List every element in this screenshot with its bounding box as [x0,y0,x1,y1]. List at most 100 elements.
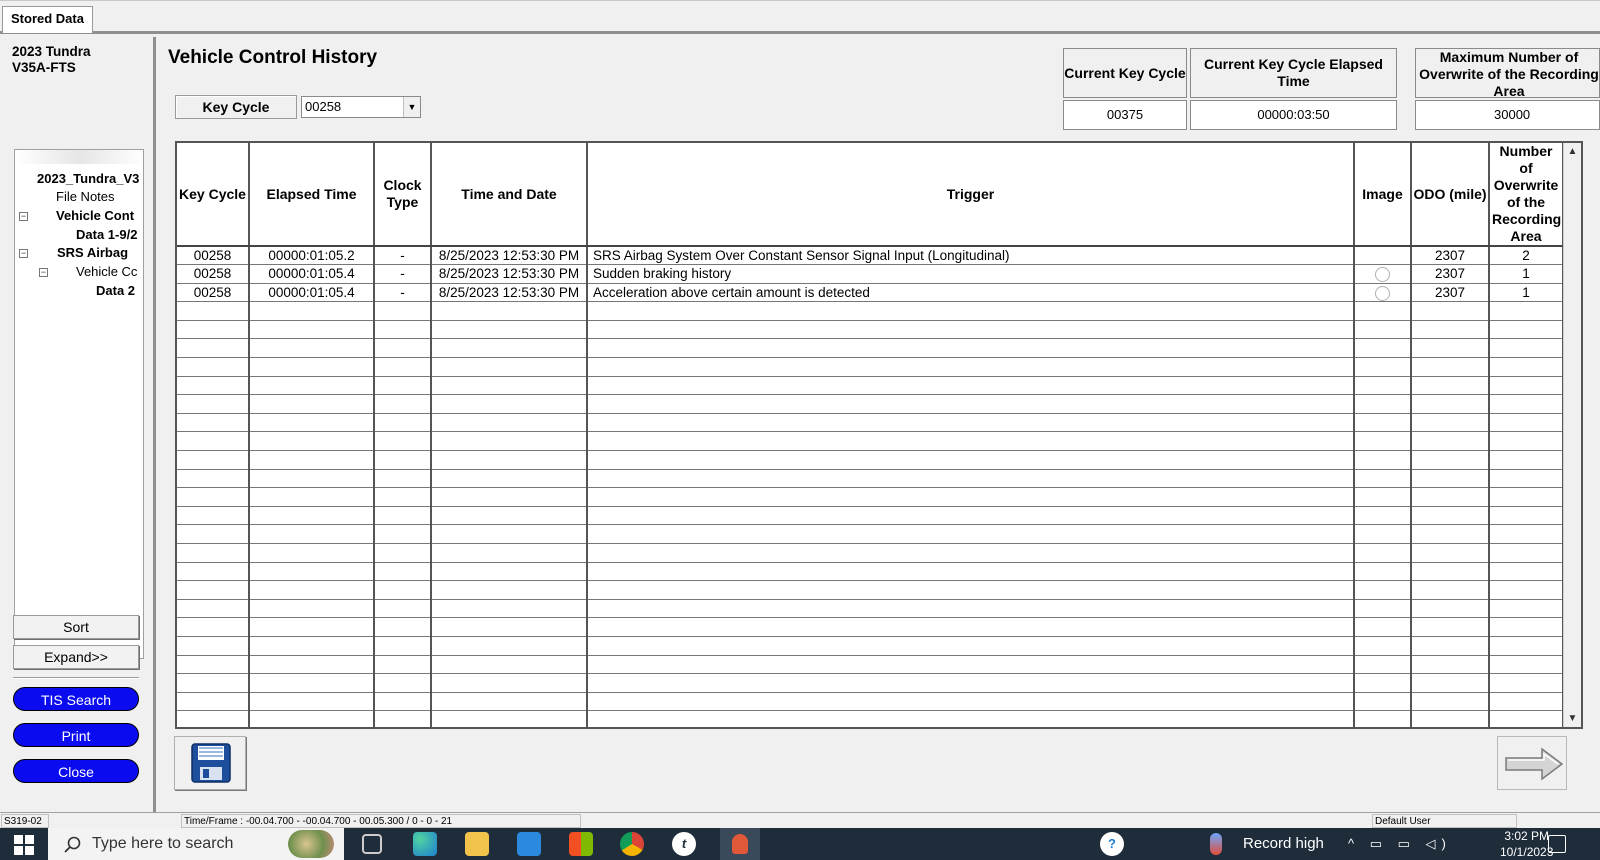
separator [13,677,139,679]
key-cycle-select[interactable]: 00258 ▼ [301,96,421,118]
col-header-elapsed-time[interactable]: Elapsed Time [249,143,375,247]
task-view-icon[interactable] [362,834,382,854]
history-table[interactable]: Key Cycle Elapsed Time Clock Type Time a… [175,141,1583,729]
cell-image[interactable] [1354,264,1412,284]
cell-time-date: 8/25/2023 12:53:30 PM [431,264,588,284]
weather-text[interactable]: Record high [1243,828,1324,860]
tree-item-file[interactable]: 2023_Tundra_V3 [37,170,139,188]
left-panel: 2023 Tundra V35A-FTS 2023_Tundra_V3 File… [0,37,156,812]
empty-cell [249,506,375,526]
windows-start-icon[interactable] [14,835,34,855]
empty-cell [587,506,1355,526]
tis-search-button[interactable]: TIS Search [13,687,139,711]
vertical-scrollbar[interactable]: ▲ ▼ [1563,143,1581,727]
chevron-down-icon[interactable]: ▼ [403,97,420,117]
clock-date: 10/1/2023 [1500,845,1554,859]
empty-cell [431,320,588,340]
save-button[interactable] [174,736,246,790]
close-button[interactable]: Close [13,759,139,783]
edge-icon[interactable] [413,832,437,856]
empty-cell [1489,487,1564,507]
tree-item-data-1[interactable]: Data 1-9/2 [76,226,137,244]
empty-cell [587,692,1355,712]
table-row[interactable]: 00258 00000:01:05.4 - 8/25/2023 12:53:30… [177,264,1564,284]
col-header-odo[interactable]: ODO (mile) [1411,143,1490,247]
tree-item-srs-airbag[interactable]: SRS Airbag [57,244,128,262]
empty-cell [1354,450,1412,470]
table-row[interactable]: 00258 00000:01:05.2 - 8/25/2023 12:53:30… [177,246,1564,266]
taskbar-search-box[interactable]: Type here to search [48,828,344,860]
table-row[interactable]: 00258 00000:01:05.4 - 8/25/2023 12:53:30… [177,283,1564,303]
empty-cell [1411,450,1490,470]
file-explorer-icon[interactable] [465,832,489,856]
empty-table-row [177,450,1564,470]
empty-cell [374,469,432,489]
empty-cell [177,487,250,507]
image-radio-icon[interactable] [1375,267,1390,283]
empty-table-row [177,506,1564,526]
empty-table-row [177,617,1564,637]
empty-cell [587,413,1355,433]
empty-cell [431,673,588,693]
col-header-image[interactable]: Image [1354,143,1412,247]
empty-cell [177,599,250,619]
tree-item-vehicle-cc[interactable]: Vehicle Cc [76,263,137,281]
file-tree[interactable]: 2023_Tundra_V3 File Notes − Vehicle Cont… [14,149,144,659]
taskbar-clock[interactable]: 3:02 PM 10/1/2023 [1500,828,1553,860]
empty-cell [1411,524,1490,544]
collapse-icon[interactable]: − [19,212,28,221]
cell-image [1354,246,1412,266]
store-icon[interactable] [569,832,593,856]
techstream-icon[interactable]: t [672,832,696,856]
status-user: Default User [1372,814,1517,828]
empty-cell [1489,450,1564,470]
tab-stored-data[interactable]: Stored Data [2,6,93,33]
col-header-time-date[interactable]: Time and Date [431,143,588,247]
expand-button[interactable]: Expand>> [13,645,139,669]
empty-cell [1489,431,1564,452]
empty-cell [1411,487,1490,507]
empty-cell [1354,599,1412,619]
col-header-key-cycle[interactable]: Key Cycle [177,143,250,247]
chrome-icon[interactable] [620,832,644,856]
empty-cell [374,524,432,544]
image-radio-icon[interactable] [1375,285,1390,301]
tab-strip: Stored Data [0,0,1600,34]
scroll-down-icon[interactable]: ▼ [1564,710,1581,727]
tree-item-data-2[interactable]: Data 2 [96,282,135,300]
empty-cell [1354,320,1412,340]
tree-item-vehicle-control[interactable]: Vehicle Cont [56,207,134,225]
col-header-overwrite-count[interactable]: Number of Overwrite of the Recording Are… [1489,143,1564,247]
col-header-clock-type[interactable]: Clock Type [374,143,432,247]
clock-time: 3:02 PM [1504,829,1550,843]
col-header-trigger[interactable]: Trigger [587,143,1355,247]
cell-image[interactable] [1354,283,1412,303]
empty-table-row [177,524,1564,544]
empty-cell [1354,655,1412,675]
taskbar-search-placeholder: Type here to search [92,835,234,852]
system-tray-icons[interactable]: ^ ▭ ▭ ◁) [1348,828,1452,860]
empty-cell [1411,673,1490,693]
empty-cell [587,320,1355,340]
empty-cell [374,450,432,470]
notification-icon[interactable] [1548,835,1566,853]
tree-item-file-notes[interactable]: File Notes [56,188,115,206]
empty-cell [374,431,432,452]
sort-button[interactable]: Sort [13,615,139,639]
empty-cell [249,376,375,396]
empty-cell [1354,636,1412,656]
scroll-up-icon[interactable]: ▲ [1564,143,1581,160]
collapse-icon[interactable]: − [39,268,48,277]
print-button[interactable]: Print [13,723,139,747]
active-app-icon[interactable] [720,828,760,860]
empty-cell [587,655,1355,675]
empty-table-row [177,320,1564,340]
help-icon[interactable]: ? [1100,832,1124,856]
empty-cell [177,562,250,582]
next-button[interactable] [1497,736,1567,790]
empty-cell [1411,338,1490,359]
collapse-icon[interactable]: − [19,249,28,258]
mail-icon[interactable] [517,832,541,856]
empty-cell [431,543,588,563]
empty-cell [177,710,250,727]
